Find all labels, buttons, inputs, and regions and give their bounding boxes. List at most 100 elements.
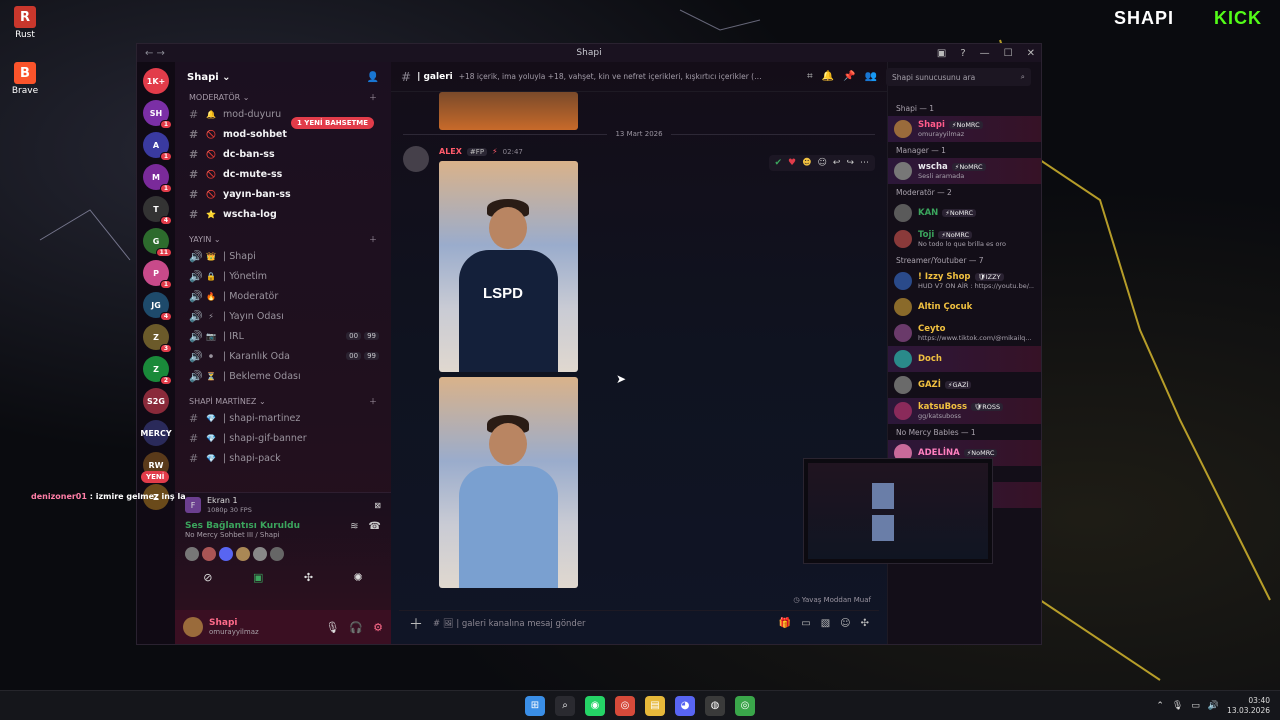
check-reaction-icon[interactable]: ✔ [775, 158, 783, 168]
channel-item[interactable]: # 💎 | shapi-martinez [175, 408, 391, 428]
chrome-alt-icon[interactable]: ◎ [735, 695, 755, 716]
member-item[interactable]: Toji ⚡NoMRC No todo lo que brilla es oro [888, 226, 1041, 252]
server-icon[interactable]: Z2 [143, 356, 172, 385]
server-icon[interactable]: MERCY [140, 420, 172, 446]
gift-icon[interactable]: 🎁 [779, 618, 791, 629]
composer-placeholder[interactable]: # 🖼 | galeri kanalına mesaj gönder [433, 619, 586, 629]
channel-item[interactable]: # 🚫 dc-mute-ss [175, 164, 391, 184]
attach-icon[interactable]: ＋ [409, 614, 423, 634]
screen-share-button[interactable]: ▣ [253, 571, 263, 584]
server-icon[interactable]: A1 [143, 132, 172, 161]
server-icon[interactable]: SH 1 [143, 100, 172, 129]
server-icon[interactable]: JG 4 [143, 292, 172, 321]
server-header[interactable]: Shapi ⌄ 👤 [175, 62, 391, 92]
avatar[interactable] [403, 146, 429, 172]
server-icon[interactable]: Z3 [143, 324, 172, 353]
channel-topic[interactable]: +18 içerik, ima yoluyla +18, vahşet, kin… [459, 72, 763, 81]
message-author[interactable]: ALEX [439, 147, 462, 156]
stop-stream-icon[interactable]: ⊠ [374, 501, 381, 510]
avatar[interactable] [185, 547, 199, 561]
channel-item[interactable]: 🔊 🔥 | Moderatör [175, 286, 391, 306]
forward-icon[interactable]: ↪ [846, 158, 854, 168]
thinking-reaction-icon[interactable]: ☻ [802, 158, 811, 168]
close-button[interactable]: ✕ [1027, 48, 1035, 59]
apps-icon[interactable]: ✣ [861, 618, 869, 629]
channel-item[interactable]: 🔊 ⚫ | Karanlık Oda 00 99 [175, 346, 391, 366]
folder-icon[interactable]: ▤ [645, 695, 665, 716]
members-icon[interactable]: 👥 [865, 71, 877, 82]
discord-icon[interactable]: ◕ [675, 695, 695, 716]
avatar[interactable] [236, 547, 250, 561]
inbox-icon[interactable]: ▣ [937, 48, 946, 59]
desktop-icon-rust[interactable]: R Rust [0, 6, 50, 40]
avatar[interactable] [219, 547, 233, 561]
invite-icon[interactable]: 👤 [367, 72, 379, 83]
settings-gear-icon[interactable]: ⚙ [373, 621, 383, 634]
search-icon[interactable]: ⌕ [555, 695, 575, 716]
channel-category[interactable]: SHAPİ MARTİNEZ ⌄ ＋ [175, 394, 391, 408]
new-mention-pill[interactable]: 1 YENİ BAHSETME [291, 117, 375, 129]
camera-off-icon[interactable]: ⊘ [203, 571, 212, 584]
avatar[interactable] [202, 547, 216, 561]
server-icon[interactable]: M1 [143, 164, 172, 193]
server-icon[interactable]: G 11 [143, 228, 172, 257]
channel-item[interactable]: 🔊 📷 | IRL 00 99 [175, 326, 391, 346]
previous-image[interactable] [439, 92, 578, 130]
chevron-up-icon[interactable]: ⌃ [1156, 701, 1164, 711]
member-item[interactable]: ! Izzy Shop 🛡IZZY HUD V7 ON AİR : https://… [888, 268, 1041, 294]
network-icon[interactable]: ▭ [1191, 701, 1200, 711]
server-icon[interactable]: T4 [143, 196, 172, 225]
channel-item[interactable]: 🔊 🔒 | Yönetim [175, 266, 391, 286]
desktop-icon-brave[interactable]: B Brave [0, 62, 50, 96]
avatar[interactable] [253, 547, 267, 561]
headphones-icon[interactable]: 🎧 [349, 621, 363, 634]
member-item[interactable]: Ceyto https://www.tiktok.com/@mikailq... [888, 320, 1041, 346]
server-icon[interactable]: 1K+ [143, 68, 169, 94]
minimize-button[interactable]: — [980, 48, 990, 59]
chrome-icon[interactable]: ◎ [615, 695, 635, 716]
member-item[interactable]: katsuBoss 🛡ROSS gg/katsuboss [888, 398, 1041, 424]
member-item[interactable]: wscha ⚡NoMRC Sesli aramada [888, 158, 1041, 184]
add-channel-icon[interactable]: ＋ [369, 92, 377, 103]
mic-icon[interactable]: 🎙 [1172, 701, 1183, 711]
channel-item[interactable]: # 🚫 dc-ban-ss [175, 144, 391, 164]
channel-item[interactable]: # ⭐ wscha-log [175, 204, 391, 224]
more-icon[interactable]: ⋯ [860, 158, 869, 168]
sticker-icon[interactable]: ▧ [821, 618, 830, 629]
message-image-1[interactable]: LSPD [439, 161, 578, 372]
obs-icon[interactable]: ◍ [705, 695, 725, 716]
add-channel-icon[interactable]: ＋ [369, 396, 377, 407]
whatsapp-icon[interactable]: ◉ [585, 695, 605, 716]
channel-item[interactable]: 🔊 👑 | Shapi [175, 246, 391, 266]
new-servers-pill[interactable]: YENİ [141, 471, 170, 483]
add-channel-icon[interactable]: ＋ [369, 234, 377, 245]
emoji-icon[interactable]: ☺ [840, 618, 850, 629]
channel-category[interactable]: Yayın ⌄ ＋ [175, 232, 391, 246]
channel-item[interactable]: # 💎 | shapi-gif-banner [175, 428, 391, 448]
message-image-2[interactable] [439, 377, 578, 588]
avatar[interactable] [270, 547, 284, 561]
add-reaction-icon[interactable]: ☺ [818, 158, 827, 168]
pin-icon[interactable]: 📌 [843, 71, 855, 82]
channel-item[interactable]: # 💎 | shapi-pack [175, 448, 391, 468]
clock[interactable]: 03:40 13.03.2026 [1227, 696, 1270, 716]
member-item[interactable]: KAN ⚡NoMRC [888, 200, 1041, 226]
activities-icon[interactable]: ✣ [304, 571, 313, 584]
start-icon[interactable]: ⊞ [525, 695, 545, 716]
threads-icon[interactable]: ⌗ [807, 71, 813, 82]
server-icon[interactable]: S2G [143, 388, 169, 414]
server-icon[interactable]: P1 [143, 260, 172, 289]
stream-preview[interactable]: F Ekran 1 1080p 30 FPS ⊠ [175, 493, 391, 517]
server-search-input[interactable]: Shapi sunucusunu ara ⌕ [886, 68, 1031, 86]
mic-icon[interactable]: 🎙 [325, 621, 339, 634]
member-item[interactable]: GAZİ ⚡GAZİ [888, 372, 1041, 398]
member-item[interactable]: Altin Çocuk [888, 294, 1041, 320]
member-item[interactable]: Shapi ⚡NoMRC omurayyilmaz [888, 116, 1041, 142]
channel-item[interactable]: # 🚫 yayın-ban-ss [175, 184, 391, 204]
voice-channel-text[interactable]: No Mercy Sohbet III / Shapi [185, 531, 300, 539]
channel-category[interactable]: MODERATÖR ⌄ ＋ [175, 90, 391, 104]
channel-item[interactable]: 🔊 ⏳ | Bekleme Odası [175, 366, 391, 386]
reply-icon[interactable]: ↩ [833, 158, 841, 168]
disconnect-icon[interactable]: ☎ [369, 521, 381, 539]
volume-icon[interactable]: 🔊 [1208, 701, 1219, 711]
